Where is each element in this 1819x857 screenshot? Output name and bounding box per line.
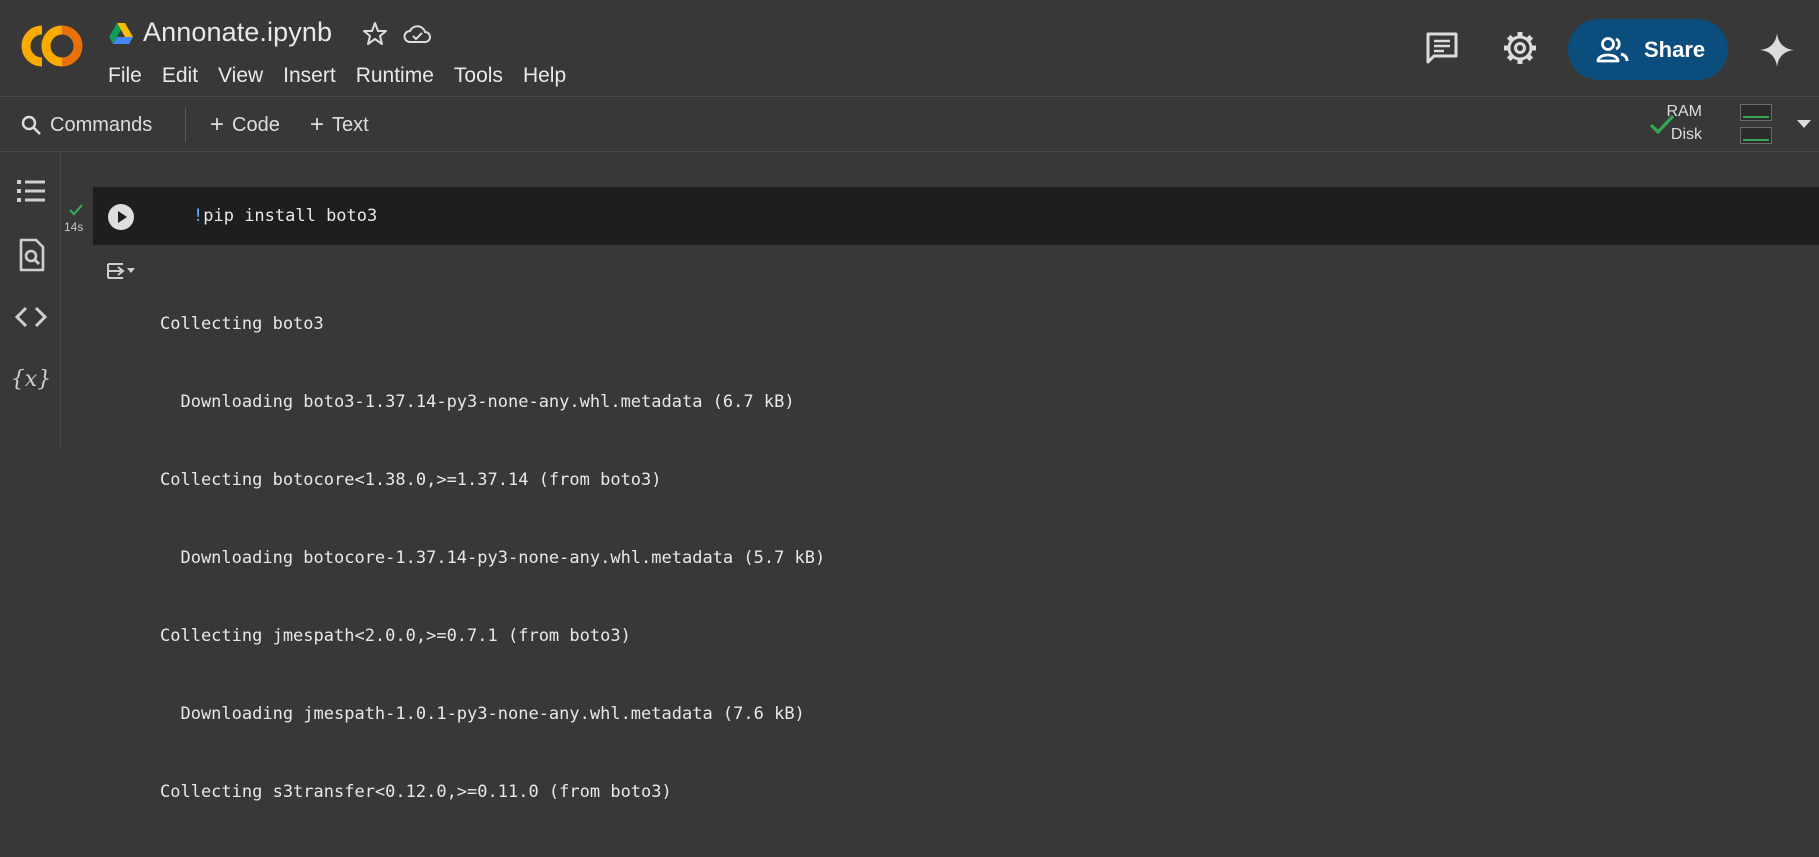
plus-icon: + — [310, 111, 325, 138]
ram-meter[interactable] — [1740, 104, 1772, 121]
output-line: Collecting jmespath<2.0.0,>=0.7.1 (from … — [160, 626, 631, 646]
execution-time: 14s — [64, 220, 84, 234]
execution-success-icon — [69, 204, 83, 216]
ram-label: RAM — [1666, 103, 1702, 120]
output-line: Collecting botocore<1.38.0,>=1.37.14 (fr… — [160, 470, 662, 490]
add-text-button[interactable]: + Text — [310, 111, 369, 139]
add-code-label: Code — [232, 113, 280, 136]
gemini-sparkle-icon[interactable] — [1757, 30, 1797, 70]
menu-help[interactable]: Help — [513, 62, 576, 90]
menu-runtime[interactable]: Runtime — [346, 62, 444, 90]
find-icon[interactable] — [13, 237, 49, 273]
menu-file[interactable]: File — [108, 62, 152, 90]
code-editor[interactable]: !pip install boto3 — [193, 206, 377, 226]
dropdown-arrow-icon[interactable] — [1796, 118, 1812, 130]
colab-logo[interactable] — [20, 24, 84, 68]
output-line: Downloading jmespath-1.0.1-py3-none-any.… — [160, 704, 805, 724]
drive-icon — [109, 23, 133, 44]
code-command: pip install boto3 — [203, 206, 378, 226]
notebook-toolbar: Commands + Code + Text RAM Disk — [0, 98, 1819, 152]
menu-tools[interactable]: Tools — [444, 62, 513, 90]
notebook-main: 14s !pip install boto3 Collecting boto3 … — [62, 153, 1819, 802]
variables-icon[interactable]: {x} — [13, 361, 49, 397]
shell-bang: ! — [193, 206, 204, 226]
plus-icon: + — [210, 111, 225, 138]
output-line: Downloading botocore-1.37.14-py3-none-an… — [160, 548, 826, 568]
left-sidebar: {x} — [0, 153, 61, 447]
disk-meter[interactable] — [1740, 127, 1772, 144]
code-snippets-icon[interactable] — [13, 299, 49, 335]
share-people-icon — [1596, 36, 1629, 62]
comment-icon[interactable] — [1422, 28, 1462, 68]
cell-output: Collecting boto3 Downloading boto3-1.37.… — [160, 259, 825, 857]
add-text-label: Text — [332, 113, 369, 136]
share-button[interactable]: Share — [1568, 19, 1728, 80]
output-line: Collecting boto3 — [160, 314, 324, 334]
menu-insert[interactable]: Insert — [273, 62, 346, 90]
add-code-button[interactable]: + Code — [210, 111, 280, 139]
search-icon — [21, 115, 41, 135]
gear-icon[interactable] — [1500, 28, 1540, 68]
notebook-title[interactable]: Annonate.ipynb — [143, 17, 332, 48]
run-cell-icon[interactable] — [107, 203, 135, 231]
code-cell[interactable]: !pip install boto3 — [93, 187, 1819, 245]
disk-label: Disk — [1670, 126, 1702, 143]
toolbar-divider — [185, 108, 186, 142]
menu-bar: File Edit View Insert Runtime Tools Help — [108, 62, 576, 90]
output-actions-icon[interactable] — [105, 258, 137, 286]
menu-view[interactable]: View — [208, 62, 273, 90]
cloud-icon[interactable] — [402, 22, 432, 48]
menu-edit[interactable]: Edit — [152, 62, 208, 90]
toc-icon[interactable] — [13, 173, 49, 209]
share-label: Share — [1644, 36, 1706, 62]
svg-text:{x}: {x} — [13, 367, 49, 392]
output-line: Collecting s3transfer<0.12.0,>=0.11.0 (f… — [160, 782, 672, 802]
star-icon[interactable] — [361, 20, 389, 48]
app-header: Annonate.ipynb File Edit View Insert Run… — [0, 0, 1819, 97]
commands-label: Commands — [50, 113, 153, 136]
commands-button[interactable]: Commands — [20, 111, 152, 139]
output-line: Downloading boto3-1.37.14-py3-none-any.w… — [160, 392, 795, 412]
